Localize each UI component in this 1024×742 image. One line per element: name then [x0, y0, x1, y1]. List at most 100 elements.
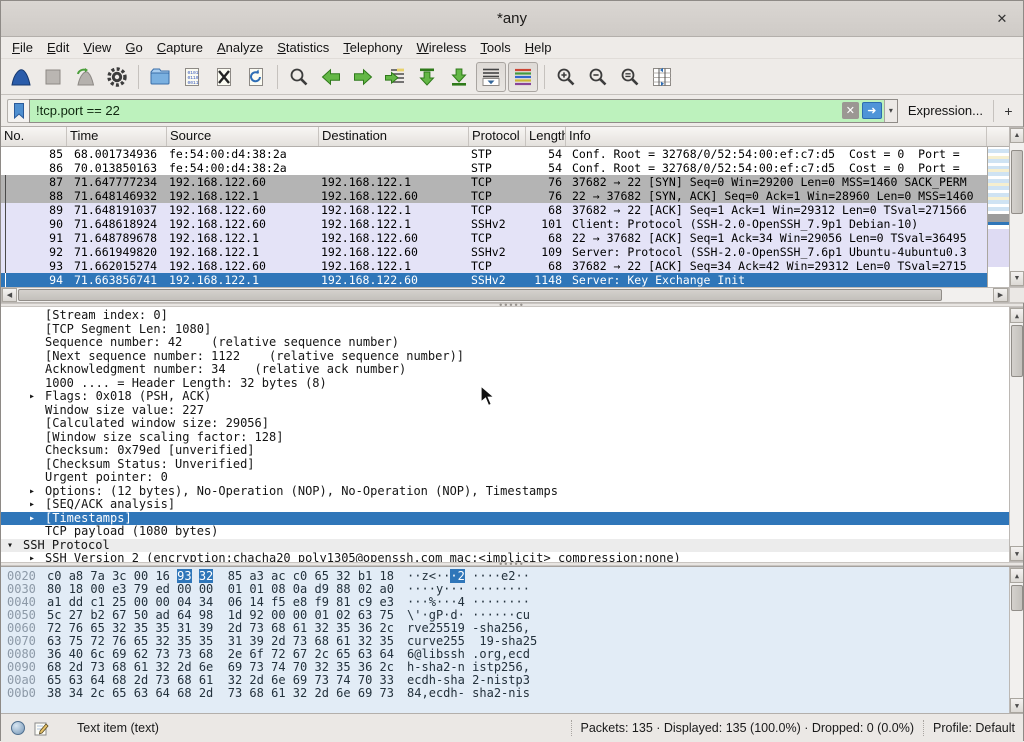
reload-file-button[interactable] — [241, 62, 271, 92]
detail-line[interactable]: TCP payload (1080 bytes) — [1, 525, 1009, 539]
scroll-down-icon[interactable]: ▼ — [1010, 698, 1023, 713]
column-header-info[interactable]: Info — [566, 127, 987, 146]
add-filter-button[interactable]: + — [993, 100, 1015, 122]
scroll-right-icon[interactable]: ▶ — [993, 288, 1008, 302]
capture-comment-icon[interactable] — [34, 721, 49, 736]
packet-row[interactable]: 9371.662015274192.168.122.60192.168.122.… — [1, 259, 987, 273]
scroll-up-icon[interactable]: ▲ — [1010, 128, 1024, 143]
detail-line[interactable]: [Window size scaling factor: 128] — [1, 431, 1009, 445]
save-file-button[interactable]: 010101100011 — [177, 62, 207, 92]
packet-row[interactable]: 8771.647777234192.168.122.60192.168.122.… — [1, 175, 987, 189]
detail-line[interactable]: ▸[SEQ/ACK analysis] — [1, 498, 1009, 512]
packet-row[interactable]: 8670.013850163fe:54:00:d4:38:2aSTP54Conf… — [1, 161, 987, 175]
column-header-length[interactable]: Length — [526, 127, 566, 146]
detail-line[interactable]: [Checksum Status: Unverified] — [1, 458, 1009, 472]
packet-row[interactable]: 9271.661949820192.168.122.1192.168.122.6… — [1, 245, 987, 259]
collapsed-arrow-icon[interactable]: ▸ — [29, 552, 35, 562]
menu-edit[interactable]: Edit — [40, 38, 76, 57]
scroll-left-icon[interactable]: ◀ — [2, 288, 17, 302]
menu-help[interactable]: Help — [518, 38, 559, 57]
column-header-source[interactable]: Source — [167, 127, 319, 146]
detail-line[interactable]: Urgent pointer: 0 — [1, 471, 1009, 485]
detail-line[interactable]: [Stream index: 0] — [1, 309, 1009, 323]
vscroll-thumb[interactable] — [1011, 325, 1023, 377]
vscroll-thumb[interactable] — [1011, 150, 1023, 214]
detail-line[interactable]: Checksum: 0x79ed [unverified] — [1, 444, 1009, 458]
start-capture-button[interactable] — [6, 62, 36, 92]
detail-line[interactable]: [Next sequence number: 1122 (relative se… — [1, 350, 1009, 364]
hex-ascii[interactable]: 84,ecdh- sha2-nis — [407, 687, 530, 700]
menu-file[interactable]: File — [5, 38, 40, 57]
packet-row[interactable]: 9071.648618924192.168.122.60192.168.122.… — [1, 217, 987, 231]
detail-line[interactable]: ▾SSH Protocol — [1, 539, 1009, 553]
detail-line[interactable]: ▸SSH Version 2 (encryption:chacha20_poly… — [1, 552, 1009, 562]
go-back-button[interactable] — [316, 62, 346, 92]
go-to-packet-button[interactable] — [380, 62, 410, 92]
zoom-in-button[interactable] — [551, 62, 581, 92]
hex-row[interactable]: 00b038 34 2c 65 63 64 68 2d 73 68 61 32 … — [1, 687, 1009, 700]
packet-row[interactable]: 8871.648146932192.168.122.1192.168.122.6… — [1, 189, 987, 203]
filter-clear-button[interactable]: ✕ — [842, 102, 859, 119]
menu-analyze[interactable]: Analyze — [210, 38, 270, 57]
auto-scroll-toggle[interactable] — [476, 62, 506, 92]
detail-line[interactable]: ▸[Timestamps] — [1, 512, 1009, 526]
go-forward-button[interactable] — [348, 62, 378, 92]
detail-line[interactable]: Sequence number: 42 (relative sequence n… — [1, 336, 1009, 350]
menu-go[interactable]: Go — [118, 38, 149, 57]
menu-capture[interactable]: Capture — [150, 38, 210, 57]
detail-line[interactable]: 1000 .... = Header Length: 32 bytes (8) — [1, 377, 1009, 391]
collapsed-arrow-icon[interactable]: ▸ — [29, 390, 35, 404]
column-header-no[interactable]: No. — [1, 127, 67, 146]
intelligent-scrollbar-minimap[interactable] — [987, 147, 1009, 287]
packet-row[interactable]: 9171.648789678192.168.122.1192.168.122.6… — [1, 231, 987, 245]
collapsed-arrow-icon[interactable]: ▸ — [29, 485, 35, 499]
detail-line[interactable]: Acknowledgment number: 34 (relative ack … — [1, 363, 1009, 377]
menu-statistics[interactable]: Statistics — [270, 38, 336, 57]
scroll-down-icon[interactable]: ▼ — [1010, 271, 1024, 286]
filter-apply-button[interactable]: ➜ — [862, 102, 882, 119]
open-file-button[interactable] — [145, 62, 175, 92]
close-window-button[interactable]: ✕ — [993, 10, 1011, 28]
close-file-button[interactable] — [209, 62, 239, 92]
expression-button[interactable]: Expression... — [898, 103, 993, 118]
details-vscrollbar[interactable]: ▲ ▼ — [1009, 307, 1023, 562]
menu-view[interactable]: View — [76, 38, 118, 57]
collapsed-arrow-icon[interactable]: ▸ — [29, 498, 35, 512]
scroll-down-icon[interactable]: ▼ — [1010, 546, 1023, 561]
expert-info-icon[interactable] — [11, 721, 25, 735]
column-header-protocol[interactable]: Protocol — [469, 127, 526, 146]
go-first-packet-button[interactable] — [412, 62, 442, 92]
detail-line[interactable]: ▸Flags: 0x018 (PSH, ACK) — [1, 390, 1009, 404]
zoom-100-button[interactable] — [615, 62, 645, 92]
find-packet-button[interactable] — [284, 62, 314, 92]
menu-tools[interactable]: Tools — [473, 38, 517, 57]
display-filter-input[interactable] — [30, 103, 842, 118]
detail-line[interactable]: [TCP Segment Len: 1080] — [1, 323, 1009, 337]
filter-history-dropdown[interactable]: ▾ — [884, 100, 897, 122]
restart-capture-button[interactable] — [70, 62, 100, 92]
filter-bookmark-button[interactable] — [7, 99, 29, 123]
menu-telephony[interactable]: Telephony — [336, 38, 409, 57]
column-header-destination[interactable]: Destination — [319, 127, 469, 146]
detail-line[interactable]: Window size value: 227 — [1, 404, 1009, 418]
stop-capture-button[interactable] — [38, 62, 68, 92]
collapsed-arrow-icon[interactable]: ▸ — [29, 512, 35, 526]
resize-columns-button[interactable] — [647, 62, 677, 92]
expanded-arrow-icon[interactable]: ▾ — [7, 539, 13, 553]
hscroll-thumb[interactable] — [18, 289, 942, 301]
go-last-packet-button[interactable] — [444, 62, 474, 92]
column-header-time[interactable]: Time — [67, 127, 167, 146]
zoom-out-button[interactable] — [583, 62, 613, 92]
profile-selector[interactable]: Profile: Default — [933, 721, 1015, 735]
detail-line[interactable]: [Calculated window size: 29056] — [1, 417, 1009, 431]
scroll-up-icon[interactable]: ▲ — [1010, 568, 1023, 583]
menu-wireless[interactable]: Wireless — [410, 38, 474, 57]
packet-row[interactable]: 8568.001734936fe:54:00:d4:38:2aSTP54Conf… — [1, 147, 987, 161]
packet-list-vscrollbar[interactable]: ▲ ▼ — [1009, 127, 1024, 287]
scroll-up-icon[interactable]: ▲ — [1010, 308, 1023, 323]
packet-list-hscrollbar[interactable]: ◀ ▶ — [1, 287, 1009, 303]
packet-row[interactable]: 9471.663856741192.168.122.1192.168.122.6… — [1, 273, 987, 287]
vscroll-thumb[interactable] — [1011, 585, 1023, 611]
bytes-vscrollbar[interactable]: ▲ ▼ — [1009, 567, 1023, 713]
capture-options-button[interactable] — [102, 62, 132, 92]
